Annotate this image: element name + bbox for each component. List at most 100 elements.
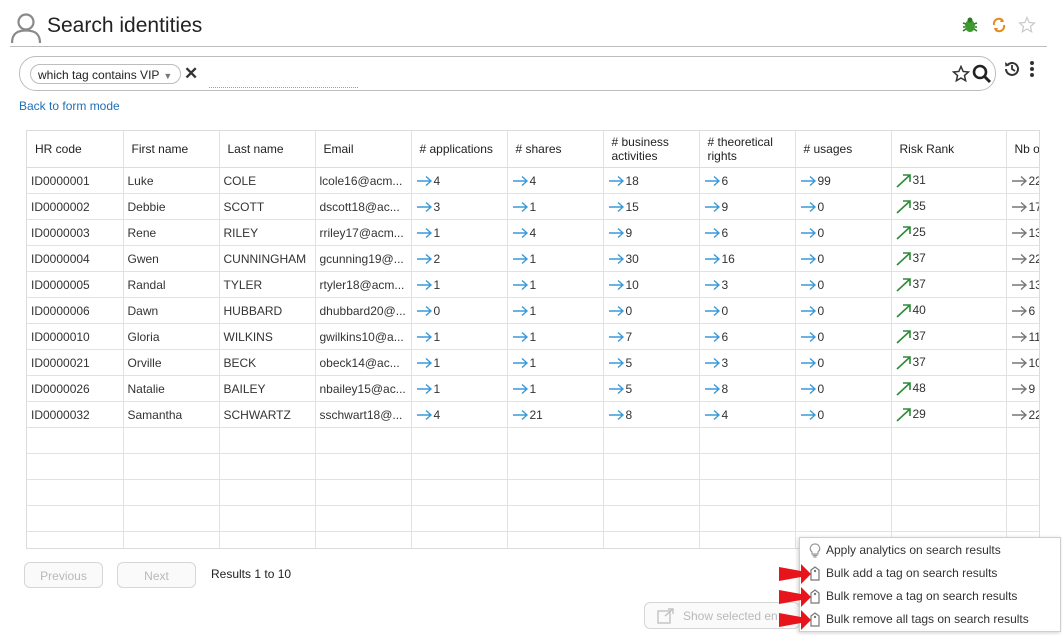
history-icon[interactable] — [1003, 60, 1021, 83]
close-icon[interactable]: ✕ — [184, 64, 198, 84]
arrow-right-icon — [512, 278, 530, 292]
table-row[interactable]: ID0000010 Gloria WILKINS gwilkins10@a... 1 1 7… — [27, 323, 1039, 350]
count-cell: 9 — [603, 219, 700, 246]
arrow-right-icon — [800, 408, 818, 422]
annotation-arrow-icon — [779, 564, 811, 584]
user-icon — [10, 12, 42, 49]
search-input[interactable] — [209, 63, 358, 88]
bug-icon[interactable] — [961, 16, 979, 39]
empty-cell — [1006, 453, 1039, 480]
trend-up-icon — [895, 303, 913, 318]
count-cell: 6 — [699, 167, 796, 194]
empty-cell — [603, 453, 700, 480]
arrow-right-icon — [800, 356, 818, 370]
show-selected-button[interactable]: Show selected en — [644, 602, 800, 629]
column-header[interactable]: # shares — [507, 131, 604, 168]
empty-cell — [315, 453, 412, 480]
show-selected-label: Show selected en — [683, 609, 778, 623]
filter-chip[interactable]: which tag contains VIP ▼ — [30, 64, 182, 84]
arrow-right-icon — [608, 252, 626, 266]
table-row[interactable]: ID0000001 Luke COLE lcole16@acm... 4 4 18 6 99 31… — [27, 167, 1039, 194]
table-row[interactable]: ID0000021 Orville BECK obeck14@ac... 1 1 5 3 0 37… — [27, 349, 1039, 376]
cell-value: 1 — [529, 303, 537, 318]
count-cell: 0 — [795, 375, 892, 402]
table-row[interactable]: ID0000006 Dawn HUBBARD dhubbard20@... 0 1 0 0 0 4… — [27, 297, 1039, 324]
first-cell: Debbie — [123, 193, 220, 220]
header-divider — [10, 46, 1047, 47]
column-header[interactable]: # applications — [411, 131, 508, 168]
column-header[interactable]: # theoretical rights — [699, 131, 796, 168]
count-cell: 13 — [1006, 219, 1039, 246]
column-header[interactable]: First name — [123, 131, 220, 168]
risk-cell: 37 — [891, 271, 1007, 298]
previous-button[interactable]: Previous — [24, 562, 103, 588]
empty-cell — [795, 453, 892, 480]
hr-cell: ID0000006 — [27, 297, 124, 324]
trend-up-icon — [895, 199, 913, 214]
last-cell: SCHWARTZ — [219, 401, 316, 428]
menu-item-bulk-remove-all-tags[interactable]: Bulk remove all tags on search results — [800, 608, 1060, 631]
save-search-star-icon[interactable] — [951, 64, 971, 88]
first-cell: Natalie — [123, 375, 220, 402]
first-cell: Dawn — [123, 297, 220, 324]
more-vertical-icon[interactable] — [1029, 60, 1035, 83]
last-cell: WILKINS — [219, 323, 316, 350]
menu-item-bulk-add-tag[interactable]: Bulk add a tag on search results — [800, 562, 1060, 585]
arrow-right-icon — [608, 356, 626, 370]
arrow-right-icon — [800, 252, 818, 266]
trend-up-icon — [895, 277, 913, 292]
count-cell: 11 — [1006, 323, 1039, 350]
arrow-right-icon — [416, 408, 434, 422]
arrow-right-icon — [512, 226, 530, 240]
chevron-down-icon[interactable]: ▼ — [163, 71, 172, 81]
first-cell: Luke — [123, 167, 220, 194]
arrow-right-icon — [800, 382, 818, 396]
cell-value: 99 — [817, 173, 831, 188]
table-row[interactable]: ID0000002 Debbie SCOTT dscott18@ac... 3 1 15 9 0… — [27, 193, 1039, 220]
arrow-right-icon — [512, 382, 530, 396]
column-header[interactable]: Last name — [219, 131, 316, 168]
arrow-right-icon — [512, 330, 530, 344]
cell-value: 21 — [529, 407, 543, 422]
arrow-right-icon — [416, 278, 434, 292]
cell-value: 1 — [529, 199, 537, 214]
arrow-right-icon — [704, 408, 722, 422]
next-button[interactable]: Next — [117, 562, 196, 588]
count-cell: 0 — [795, 323, 892, 350]
count-cell: 22 — [1006, 167, 1039, 194]
table-row[interactable]: ID0000032 Samantha SCHWARTZ sschwart18@... 4… — [27, 401, 1039, 428]
count-cell: 0 — [411, 297, 508, 324]
column-header[interactable]: Email — [315, 131, 412, 168]
cell-value: 15 — [625, 199, 639, 214]
table-row[interactable]: ID0000004 Gwen CUNNINGHAM gcunning19@... 2 1 3… — [27, 245, 1039, 272]
cell-value: 1 — [529, 329, 537, 344]
table-row[interactable]: ID0000026 Natalie BAILEY nbailey15@ac... 1 1 5… — [27, 375, 1039, 402]
column-header[interactable]: # usages — [795, 131, 892, 168]
column-header[interactable]: Risk Rank — [891, 131, 1007, 168]
empty-cell — [1006, 505, 1039, 532]
column-header[interactable]: Nb o — [1006, 131, 1039, 168]
empty-cell — [699, 427, 796, 454]
hr-cell: ID0000002 — [27, 193, 124, 220]
table-row[interactable]: ID0000005 Randal TYLER rtyler18@acm... 1 1 10 3… — [27, 271, 1039, 298]
count-cell: 9 — [699, 193, 796, 220]
table-row[interactable]: ID0000003 Rene RILEY rriley17@acm... 1 4 9 6 0 25… — [27, 219, 1039, 246]
search-icon[interactable] — [972, 64, 992, 89]
trend-up-icon — [895, 329, 913, 344]
arrow-right-icon — [704, 356, 722, 370]
arrow-right-icon — [608, 330, 626, 344]
sync-icon[interactable] — [990, 16, 1008, 39]
count-cell: 3 — [699, 271, 796, 298]
cell-value: 30 — [625, 251, 639, 266]
favorite-star-icon[interactable] — [1018, 16, 1036, 39]
cell-value: 9 — [625, 225, 633, 240]
menu-item-bulk-remove-tag[interactable]: Bulk remove a tag on search results — [800, 585, 1060, 608]
menu-item-apply-analytics[interactable]: Apply analytics on search results — [800, 539, 1060, 562]
column-header[interactable]: # business activities — [603, 131, 700, 168]
column-header[interactable]: HR code — [27, 131, 124, 168]
arrow-right-icon — [800, 278, 818, 292]
back-to-form-mode-link[interactable]: Back to form mode — [19, 99, 120, 113]
arrow-right-icon — [608, 304, 626, 318]
empty-cell — [315, 531, 412, 548]
last-cell: BECK — [219, 349, 316, 376]
